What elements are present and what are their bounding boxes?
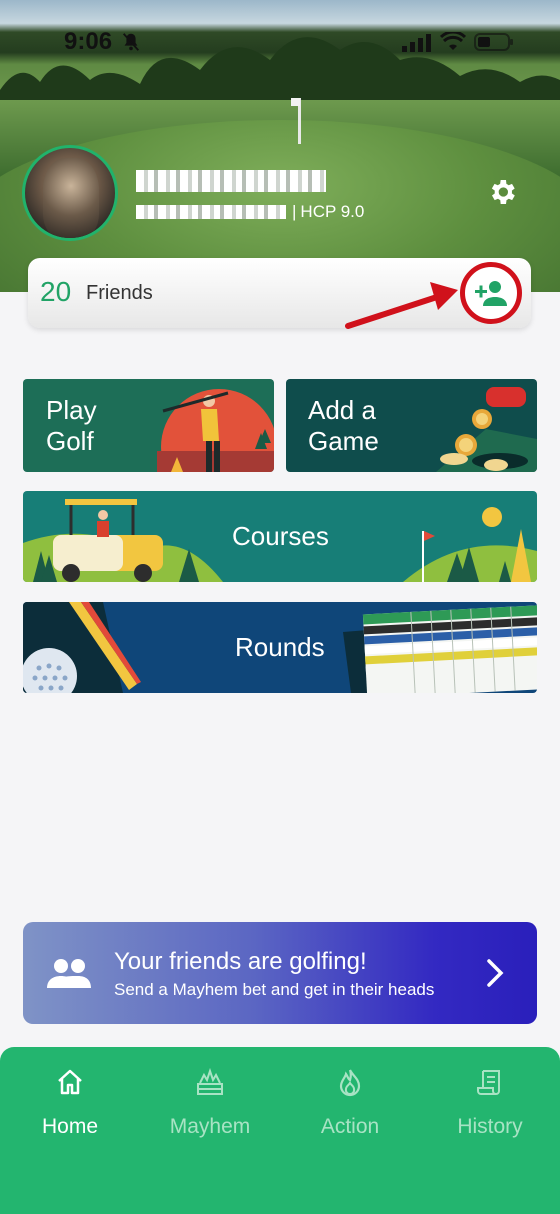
wifi-icon — [440, 32, 466, 50]
avatar-photo — [43, 158, 99, 238]
friends-label: Friends — [86, 282, 153, 304]
nav-action-label: Action — [320, 1115, 380, 1138]
status-bar: 9:06 — [0, 0, 560, 84]
nav-home[interactable]: Home — [0, 1047, 140, 1157]
nav-mayhem[interactable]: Mayhem — [140, 1047, 280, 1157]
friends-golfing-banner[interactable]: Your friends are golfing! Send a Mayhem … — [23, 922, 537, 1024]
nav-history-label: History — [457, 1115, 523, 1138]
battery-icon — [474, 33, 513, 51]
chevron-right-icon — [487, 959, 504, 987]
handicap-text: HCP 9.0 — [300, 202, 365, 221]
banner-subtitle: Send a Mayhem bet and get in their heads — [114, 980, 435, 999]
flame-icon — [339, 1069, 361, 1097]
annotation-arrow — [345, 282, 458, 329]
bottom-nav: Home Mayhem Action History — [0, 1047, 560, 1214]
divider: | — [292, 202, 297, 221]
add-game-tile[interactable]: Add a Game — [286, 379, 537, 472]
add-person-icon — [475, 281, 507, 306]
rounds-label: Rounds — [235, 632, 325, 662]
home-icon — [58, 1069, 82, 1095]
add-game-label: Add a Game — [308, 395, 379, 456]
people-icon — [47, 959, 91, 988]
profile-name-redacted — [136, 168, 326, 199]
friends-count: 20 — [40, 276, 72, 307]
nav-action[interactable]: Action — [280, 1047, 420, 1157]
rounds-tile[interactable]: Rounds — [23, 602, 537, 693]
flag-pin — [291, 98, 301, 144]
mayhem-icon — [197, 1067, 223, 1095]
banner-title: Your friends are golfing! — [114, 948, 367, 975]
play-golf-tile[interactable]: Play Golf — [23, 379, 274, 472]
redacted-club — [136, 205, 286, 219]
nav-mayhem-label: Mayhem — [169, 1115, 251, 1138]
redacted-name — [136, 170, 326, 192]
nav-home-label: Home — [41, 1115, 99, 1138]
bell-muted-icon — [122, 33, 140, 51]
scroll-icon — [477, 1070, 500, 1095]
avatar[interactable] — [22, 145, 118, 241]
status-time: 9:06 — [64, 28, 113, 55]
play-golf-label: Play Golf — [46, 395, 97, 456]
profile-subline: | HCP 9.0 — [136, 202, 364, 222]
courses-tile[interactable]: Courses — [23, 491, 537, 582]
gear-icon[interactable] — [486, 176, 518, 208]
courses-label: Courses — [232, 521, 329, 551]
signal-icon — [402, 34, 431, 52]
nav-history[interactable]: History — [420, 1047, 560, 1157]
